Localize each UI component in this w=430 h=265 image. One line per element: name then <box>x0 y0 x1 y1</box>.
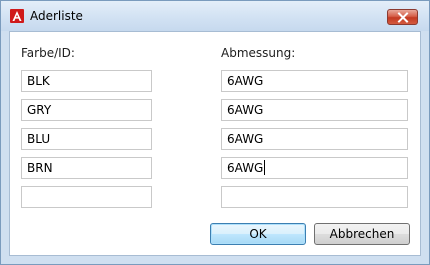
ok-button[interactable]: OK <box>210 223 306 245</box>
color-input-1[interactable]: BLK <box>21 70 152 92</box>
cancel-button[interactable]: Abbrechen <box>314 223 410 245</box>
size-column-label: Abmessung: <box>221 46 296 60</box>
app-logo-icon <box>10 9 24 23</box>
text-caret <box>264 160 266 175</box>
size-input-3[interactable]: 6AWG <box>221 128 408 150</box>
close-icon <box>397 12 409 23</box>
title-bar[interactable]: Aderliste <box>1 1 429 31</box>
color-input-2[interactable]: GRY <box>21 99 152 121</box>
size-input-4[interactable]: 6AWG <box>221 157 408 179</box>
window-title: Aderliste <box>30 9 83 23</box>
size-input-2[interactable]: 6AWG <box>221 99 408 121</box>
close-button[interactable] <box>387 9 418 25</box>
color-input-4[interactable]: BRN <box>21 157 152 179</box>
dialog-window: Aderliste Farbe/ID: Abmessung: BLK 6AWG … <box>0 0 430 265</box>
color-input-5[interactable] <box>21 186 152 208</box>
size-input-1[interactable]: 6AWG <box>221 70 408 92</box>
dialog-content: Farbe/ID: Abmessung: BLK 6AWG GRY 6AWG B… <box>9 31 421 256</box>
size-input-5[interactable] <box>221 186 408 208</box>
size-input-4-value: 6AWG <box>227 161 264 175</box>
color-input-3[interactable]: BLU <box>21 128 152 150</box>
color-column-label: Farbe/ID: <box>21 46 75 60</box>
